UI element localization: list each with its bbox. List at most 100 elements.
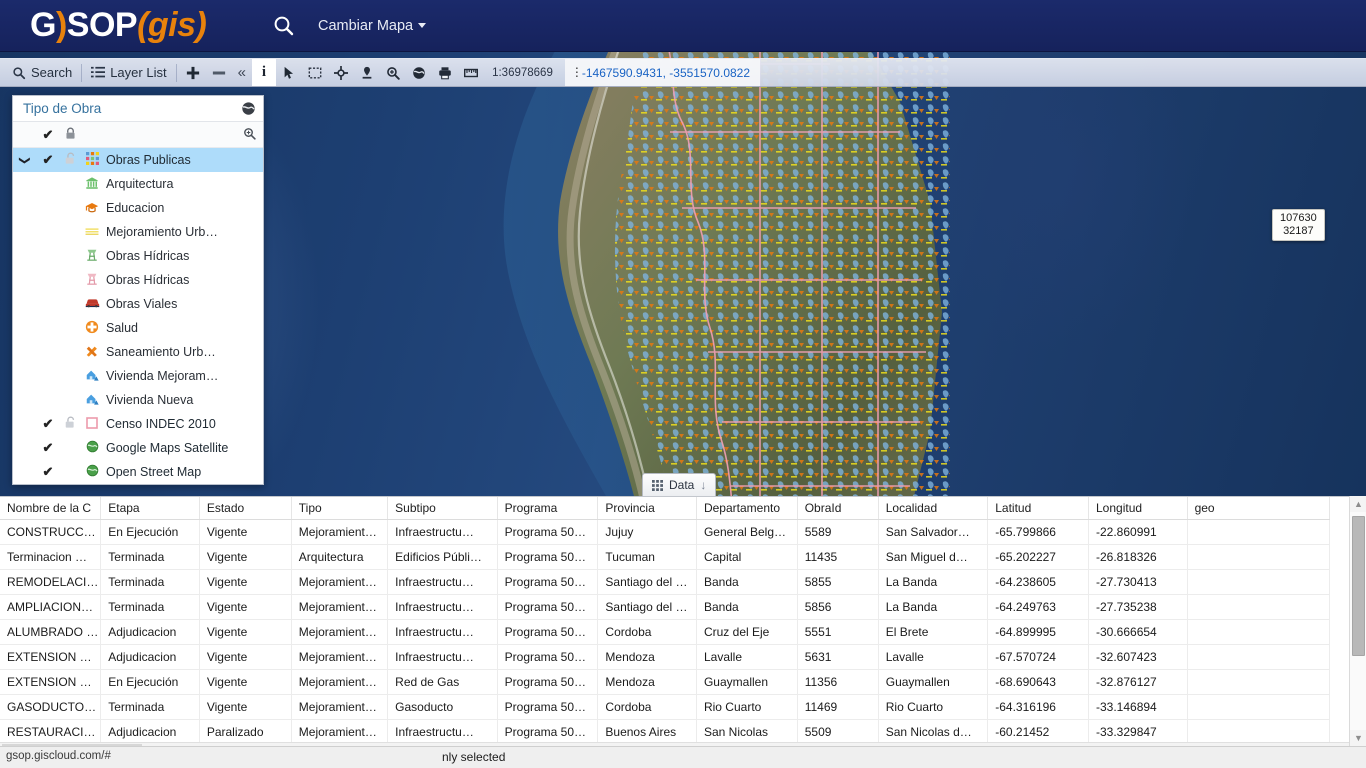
select-rectangle-button[interactable] [302, 59, 328, 86]
table-cell[interactable]: Mejoramient… [291, 644, 387, 669]
table-cell[interactable]: -33.329847 [1089, 719, 1188, 744]
table-cell[interactable]: Infraestructu… [388, 594, 498, 619]
pan-button[interactable] [328, 59, 354, 86]
table-cell[interactable]: -27.730413 [1089, 569, 1188, 594]
table-cell[interactable]: Programa 50… [497, 644, 598, 669]
layer-item-obras-h-dricas[interactable]: Obras Hídricas [13, 268, 263, 292]
table-cell[interactable]: -27.735238 [1089, 594, 1188, 619]
table-column-header[interactable]: Etapa [101, 497, 200, 519]
table-cell[interactable]: -65.799866 [988, 519, 1089, 544]
table-cell[interactable]: El Brete [878, 619, 988, 644]
data-tab-arrow-icon[interactable]: ↓ [700, 478, 706, 492]
globe-icon[interactable] [241, 101, 256, 116]
table-cell[interactable]: Programa 50… [497, 669, 598, 694]
table-cell[interactable]: Lavalle [696, 644, 797, 669]
layer-visibility-checkbox[interactable]: ✔ [37, 440, 59, 456]
table-cell[interactable] [1187, 669, 1329, 694]
table-cell[interactable]: -64.899995 [988, 619, 1089, 644]
table-cell[interactable]: 5589 [797, 519, 878, 544]
table-row[interactable]: RESTAURACI…AdjudicacionParalizadoMejoram… [0, 719, 1330, 744]
table-cell[interactable]: 11356 [797, 669, 878, 694]
table-cell[interactable]: Programa 50… [497, 569, 598, 594]
table-column-header[interactable]: Nombre de la C [0, 497, 101, 519]
table-cell[interactable]: Programa 50… [497, 519, 598, 544]
table-cell[interactable]: Banda [696, 594, 797, 619]
table-cell[interactable]: Vigente [199, 519, 291, 544]
table-row[interactable]: REMODELACI…TerminadaVigenteMejoramient…I… [0, 569, 1330, 594]
table-cell[interactable]: San Salvador… [878, 519, 988, 544]
table-cell[interactable]: 5551 [797, 619, 878, 644]
table-cell[interactable]: Vigente [199, 644, 291, 669]
table-cell[interactable]: Santiago del … [598, 569, 697, 594]
layer-item-obras-publicas[interactable]: ❯✔Obras Publicas [13, 148, 263, 172]
table-cell[interactable]: Mejoramient… [291, 519, 387, 544]
table-row[interactable]: EXTENSION …AdjudicacionVigenteMejoramien… [0, 644, 1330, 669]
zoom-out-button[interactable] [206, 59, 232, 86]
table-cell[interactable]: Banda [696, 569, 797, 594]
collapse-button[interactable]: « [232, 59, 252, 86]
table-cell[interactable]: Gasoducto [388, 694, 498, 719]
table-column-header[interactable]: Estado [199, 497, 291, 519]
table-cell[interactable]: -32.607423 [1089, 644, 1188, 669]
table-cell[interactable]: REMODELACI… [0, 569, 101, 594]
table-cell[interactable]: Adjudicacion [101, 619, 200, 644]
table-cell[interactable]: Infraestructu… [388, 644, 498, 669]
change-map-menu[interactable]: Cambiar Mapa [318, 18, 426, 34]
chevron-down-icon[interactable]: ❯ [19, 148, 32, 172]
layer-item-obras-viales[interactable]: Obras Viales [13, 292, 263, 316]
table-cell[interactable]: 11435 [797, 544, 878, 569]
table-cell[interactable]: General Belg… [696, 519, 797, 544]
table-cell[interactable]: -65.202227 [988, 544, 1089, 569]
layer-item-arquitectura[interactable]: Arquitectura [13, 172, 263, 196]
table-cell[interactable]: Programa 50… [497, 719, 598, 744]
table-cell[interactable]: Programa 50… [497, 594, 598, 619]
table-cell[interactable]: ALUMBRADO … [0, 619, 101, 644]
table-cell[interactable]: Edificios Públi… [388, 544, 498, 569]
table-cell[interactable]: 11469 [797, 694, 878, 719]
data-tab[interactable]: Data ↓ [642, 473, 716, 496]
table-cell[interactable]: Buenos Aires [598, 719, 697, 744]
table-cell[interactable]: -68.690643 [988, 669, 1089, 694]
table-cell[interactable]: RESTAURACI… [0, 719, 101, 744]
layer-item-vivienda-mejoram[interactable]: Vivienda Mejoram… [13, 364, 263, 388]
table-cell[interactable]: Adjudicacion [101, 719, 200, 744]
table-row[interactable]: GASODUCTO…TerminadaVigenteMejoramient…Ga… [0, 694, 1330, 719]
table-cell[interactable]: Mendoza [598, 669, 697, 694]
table-cell[interactable]: Rio Cuarto [878, 694, 988, 719]
table-column-header[interactable]: Programa [497, 497, 598, 519]
table-cell[interactable]: Lavalle [878, 644, 988, 669]
table-row[interactable]: ALUMBRADO …AdjudicacionVigenteMejoramien… [0, 619, 1330, 644]
table-cell[interactable]: Red de Gas [388, 669, 498, 694]
layer-item-saneamiento-urb[interactable]: Saneamiento Urb… [13, 340, 263, 364]
table-cell[interactable]: Mejoramient… [291, 694, 387, 719]
search-icon[interactable] [272, 14, 296, 38]
table-cell[interactable]: Rio Cuarto [696, 694, 797, 719]
table-cell[interactable]: CONSTRUCC… [0, 519, 101, 544]
table-cell[interactable]: Infraestructu… [388, 719, 498, 744]
table-cell[interactable]: Mejoramient… [291, 669, 387, 694]
table-cell[interactable]: -64.316196 [988, 694, 1089, 719]
table-cell[interactable] [1187, 544, 1329, 569]
table-cell[interactable]: -26.818326 [1089, 544, 1188, 569]
table-cell[interactable]: Terminada [101, 569, 200, 594]
pointer-tool-button[interactable] [276, 59, 302, 86]
table-cell[interactable]: Mendoza [598, 644, 697, 669]
table-cell[interactable]: Cruz del Eje [696, 619, 797, 644]
table-column-header[interactable]: Latitud [988, 497, 1089, 519]
zoom-to-layer-icon[interactable] [243, 127, 256, 143]
layer-item-google-maps-satellite[interactable]: ✔Google Maps Satellite [13, 436, 263, 460]
table-cell[interactable]: En Ejecución [101, 519, 200, 544]
table-cell[interactable]: Cordoba [598, 619, 697, 644]
print-button[interactable] [432, 59, 458, 86]
table-cell[interactable]: 5631 [797, 644, 878, 669]
table-row[interactable]: EXTENSION …En EjecuciónVigenteMejoramien… [0, 669, 1330, 694]
table-cell[interactable]: San Nicolas d… [878, 719, 988, 744]
add-marker-button[interactable] [354, 59, 380, 86]
table-cell[interactable]: Vigente [199, 619, 291, 644]
table-cell[interactable]: Vigente [199, 569, 291, 594]
table-cell[interactable]: Vigente [199, 594, 291, 619]
table-cell[interactable]: Guaymallen [878, 669, 988, 694]
drag-handle-icon[interactable]: ⋮ [571, 71, 575, 74]
unlock-icon[interactable] [59, 416, 81, 432]
table-cell[interactable]: Vigente [199, 669, 291, 694]
